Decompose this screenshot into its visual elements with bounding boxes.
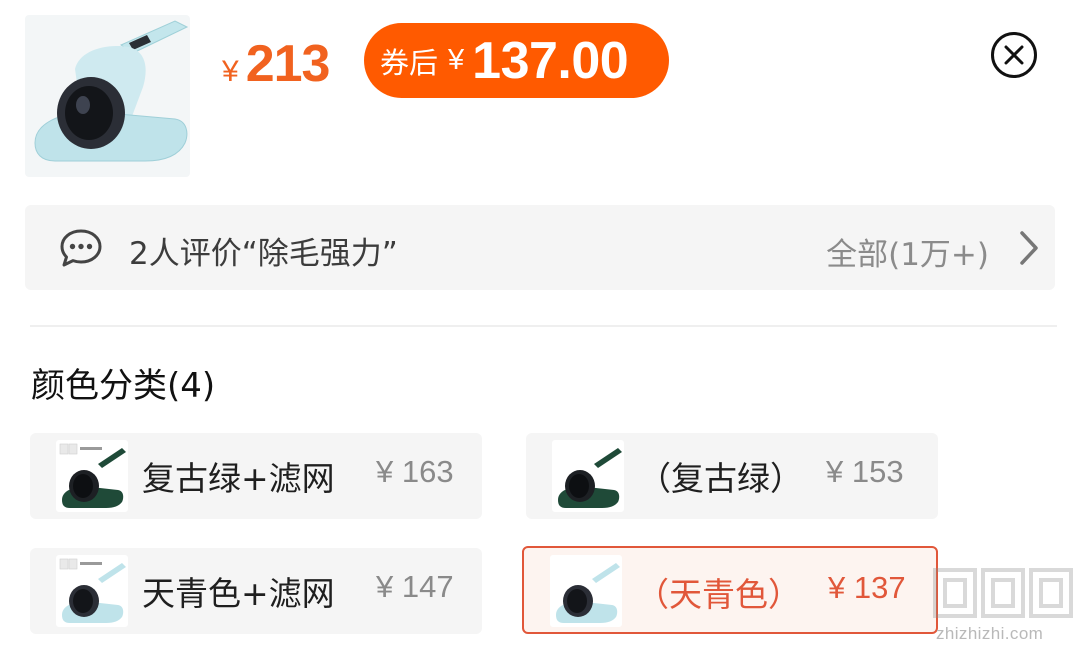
option-thumbnail (552, 440, 624, 512)
option-price: ¥ 163 (376, 454, 454, 489)
option-price: ¥ 153 (826, 454, 904, 489)
option-name: （天青色） (636, 575, 801, 614)
chevron-right-icon (1020, 231, 1038, 265)
watermark-logo (933, 568, 1073, 618)
option-thumbnail (550, 555, 622, 627)
option-thumbnail (56, 555, 128, 627)
watermark-site: zhizhizhi.com (936, 624, 1044, 643)
all-reviews-count: 全部(1万+) (826, 237, 989, 273)
coupon-price-value: 137.00 (472, 31, 629, 90)
color-section-title: 颜色分类(4) (31, 366, 216, 406)
coupon-label: 券后 (380, 45, 439, 80)
option-thumbnail (56, 440, 128, 512)
currency-symbol: ¥ (222, 55, 239, 88)
review-highlight-text: 2人评价“除毛强力” (129, 236, 398, 272)
section-divider (30, 325, 1057, 327)
option-price: ¥ 137 (828, 570, 906, 605)
original-price: ¥ 213 (222, 34, 331, 94)
option-name: （复古绿） (638, 459, 803, 498)
option-price: ¥ 147 (376, 569, 454, 604)
color-option-sky-blue[interactable]: （天青色） ¥ 137 (522, 546, 938, 634)
option-name: 复古绿+滤网 (142, 459, 335, 498)
chat-bubble-icon (60, 229, 102, 267)
coupon-currency: ¥ (448, 44, 465, 76)
color-option-retro-green[interactable]: （复古绿） ¥ 153 (526, 433, 938, 519)
color-option-sky-blue-filter[interactable]: 天青色+滤网 ¥ 147 (30, 548, 482, 634)
coupon-price-badge: 券后 ¥ 137.00 (364, 23, 669, 98)
original-price-value: 213 (245, 35, 331, 93)
close-button[interactable] (991, 32, 1037, 78)
review-summary-bar[interactable]: 2人评价“除毛强力” 全部(1万+) (25, 205, 1055, 290)
close-icon (1004, 45, 1024, 65)
option-name: 天青色+滤网 (142, 574, 335, 613)
color-option-retro-green-filter[interactable]: 复古绿+滤网 ¥ 163 (30, 433, 482, 519)
product-image (25, 15, 190, 177)
